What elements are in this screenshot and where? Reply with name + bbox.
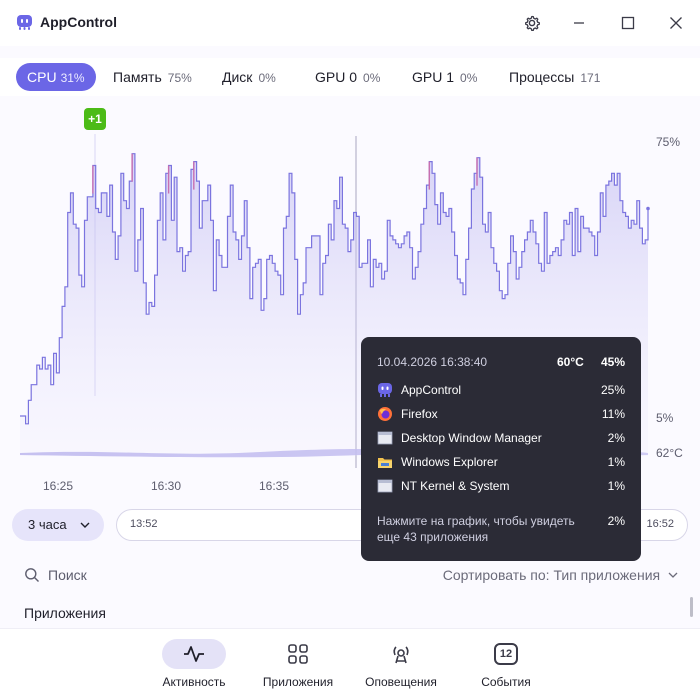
tab-label: GPU 1 [412,69,455,85]
sort-dropdown[interactable]: Сортировать по: Тип приложения [443,567,678,583]
nav-pill [162,639,226,669]
scrollbar-thumb[interactable] [690,597,693,617]
firefox-icon [378,407,392,421]
tab-memory[interactable]: Память 75% [113,63,192,91]
tooltip-temperature: 60°C [557,355,584,369]
tooltip-timestamp: 10.04.2026 16:38:40 [377,355,488,369]
tooltip-note-percent: 2% [607,514,625,528]
tooltip-app-name: Desktop Window Manager [401,431,542,445]
bottom-navigation: Активность Приложения Оповещения 12 Собы… [0,628,700,700]
cpu-last-point [646,206,650,211]
time-range-dropdown[interactable]: 3 часа [12,509,104,541]
tab-label: Диск [222,69,253,85]
window-icon [377,479,393,493]
folder-icon [378,458,392,468]
x-tick-label: 16:25 [43,479,74,493]
maximize-button[interactable] [617,12,639,34]
chevron-down-icon [668,572,678,578]
y-axis-bottom-label: 5% [656,411,674,425]
appcontrol-logo-icon [17,15,32,30]
appcontrol-icon [378,383,392,397]
gear-icon [525,15,540,31]
x-tick-label: 16:35 [259,479,290,493]
tooltip-app-percent: 2% [607,431,625,445]
tooltip-app-name: Windows Explorer [401,455,498,469]
close-button[interactable] [665,12,687,34]
tab-value: 0% [460,71,478,85]
nav-label: Приложения [262,675,334,689]
close-icon [670,17,682,29]
nav-apps[interactable]: Приложения [253,639,343,695]
nav-alerts[interactable]: Оповещения [356,639,446,695]
nav-label: События [481,675,531,689]
tooltip-app-percent: 1% [607,479,625,493]
nav-pill [369,639,433,669]
tab-label: GPU 0 [315,69,358,85]
tooltip-app-name: AppControl [401,383,462,397]
tab-value: 171 [580,71,601,85]
tooltip-app-percent: 1% [607,455,625,469]
chevron-down-icon [80,509,90,555]
temperature-label: 62°C [656,446,683,460]
tab-value: 31% [60,71,85,85]
time-range-label: 3 часа [28,517,67,532]
tooltip-row: NT Kernel & System 1% [377,477,625,495]
activity-icon [184,646,204,662]
tooltip-row: Windows Explorer 1% [377,453,625,471]
apps-grid-icon [288,644,308,664]
tooltip-load: 45% [600,355,625,369]
event-badge[interactable]: +1 [84,108,106,130]
tooltip-app-name: NT Kernel & System [401,479,510,493]
tab-value: 0% [258,71,276,85]
nav-pill: 12 [474,639,538,669]
title-bar: AppControl [0,0,700,46]
settings-button[interactable] [521,12,543,34]
tab-gpu-1[interactable]: GPU 1 0% [412,63,477,91]
tab-cpu[interactable]: CPU 31% [16,63,96,91]
timeline-end-label: 16:52 [646,518,674,530]
window-icon [377,431,393,445]
search-input[interactable] [48,566,248,584]
tab-label: Процессы [509,69,575,85]
y-axis-top-label: 75% [656,135,681,149]
tab-disk[interactable]: Диск 0% [222,63,276,91]
timeline-start-label: 13:52 [130,518,158,530]
sort-label: Сортировать по: Тип приложения [442,567,661,583]
app-title: AppControl [40,14,117,30]
nav-label: Оповещения [365,675,437,689]
minimize-button[interactable] [568,12,590,34]
tab-gpu-0[interactable]: GPU 0 0% [315,63,380,91]
tooltip-row: Firefox 11% [377,405,625,423]
apps-section-title: Приложения [24,605,106,621]
nav-activity[interactable]: Активность [149,639,239,695]
tooltip-row: Desktop Window Manager 2% [377,429,625,447]
tab-label: Память [113,69,162,85]
x-tick-label: 16:30 [151,479,182,493]
chart-tooltip: 10.04.2026 16:38:40 60°C 45% AppControl … [361,337,641,561]
tooltip-row: AppControl 25% [377,381,625,399]
tab-processes[interactable]: Процессы 171 [509,63,600,91]
tooltip-note: Нажмите на график, чтобы увидеть еще 43 … [377,514,575,544]
resource-tabs: CPU 31% Память 75% Диск 0% GPU 0 0% GPU 1 0% … [0,58,700,96]
search-icon [25,568,39,582]
tooltip-app-percent: 25% [600,383,625,397]
nav-events[interactable]: 12 События [461,639,551,695]
minimize-icon [574,22,584,24]
tab-value: 75% [167,71,192,85]
nav-label: Активность [162,675,226,689]
alerts-icon [393,646,409,664]
tooltip-app-name: Firefox [401,407,438,421]
tooltip-app-percent: 11% [601,407,625,421]
tab-value: 0% [363,71,381,85]
nav-pill [266,639,330,669]
events-icon: 12 [494,643,518,665]
maximize-icon [621,16,635,30]
tab-label: CPU [27,69,57,85]
